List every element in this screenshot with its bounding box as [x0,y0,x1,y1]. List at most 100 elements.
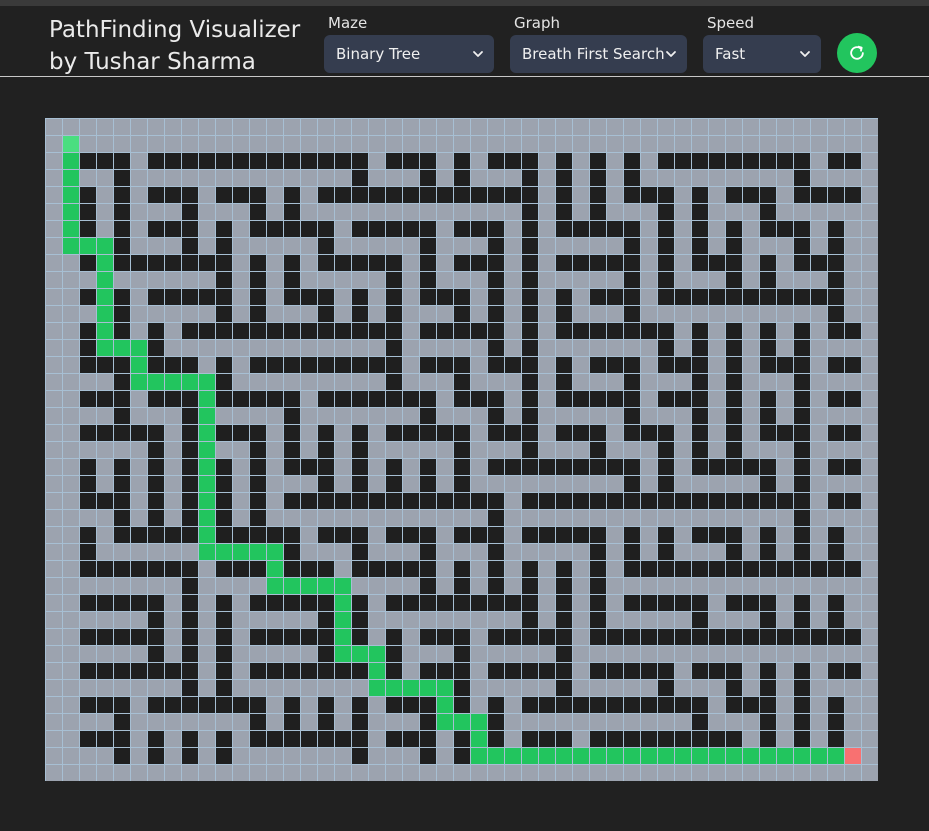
path-cell[interactable] [199,527,215,543]
grid-cell[interactable] [46,391,62,407]
wall-cell[interactable] [250,357,266,373]
wall-cell[interactable] [794,255,810,271]
grid-cell[interactable] [182,136,198,152]
grid-cell[interactable] [522,646,538,662]
wall-cell[interactable] [488,153,504,169]
grid-cell[interactable] [63,595,79,611]
grid-cell[interactable] [607,680,623,696]
wall-cell[interactable] [573,425,589,441]
wall-cell[interactable] [709,527,725,543]
grid-cell[interactable] [267,442,283,458]
wall-cell[interactable] [148,255,164,271]
grid-cell[interactable] [607,374,623,390]
grid-cell[interactable] [318,272,334,288]
wall-cell[interactable] [267,221,283,237]
grid-cell[interactable] [80,510,96,526]
grid-cell[interactable] [301,765,317,781]
grid-cell[interactable] [403,748,419,764]
wall-cell[interactable] [607,697,623,713]
grid-cell[interactable] [165,748,181,764]
wall-cell[interactable] [250,204,266,220]
grid-cell[interactable] [403,272,419,288]
wall-cell[interactable] [556,153,572,169]
grid-cell[interactable] [284,170,300,186]
grid-cell[interactable] [641,442,657,458]
wall-cell[interactable] [794,391,810,407]
grid-cell[interactable] [301,306,317,322]
grid-cell[interactable] [607,119,623,135]
grid-cell[interactable] [267,510,283,526]
grid-cell[interactable] [743,374,759,390]
grid-cell[interactable] [743,408,759,424]
wall-cell[interactable] [182,408,198,424]
grid-cell[interactable] [505,510,521,526]
grid-cell[interactable] [539,238,555,254]
wall-cell[interactable] [369,323,385,339]
grid-cell[interactable] [794,765,810,781]
wall-cell[interactable] [148,476,164,492]
grid-cell[interactable] [403,255,419,271]
wall-cell[interactable] [386,697,402,713]
grid-cell[interactable] [811,442,827,458]
wall-cell[interactable] [522,170,538,186]
wall-cell[interactable] [624,731,640,747]
wall-cell[interactable] [556,170,572,186]
grid-cell[interactable] [301,697,317,713]
wall-cell[interactable] [743,187,759,203]
grid-cell[interactable] [267,238,283,254]
grid-cell[interactable] [777,170,793,186]
grid-cell[interactable] [539,425,555,441]
grid-cell[interactable] [828,578,844,594]
wall-cell[interactable] [267,391,283,407]
wall-cell[interactable] [250,323,266,339]
wall-cell[interactable] [726,459,742,475]
wall-cell[interactable] [369,187,385,203]
wall-cell[interactable] [284,527,300,543]
grid-cell[interactable] [692,119,708,135]
grid-cell[interactable] [131,578,147,594]
grid-cell[interactable] [505,476,521,492]
wall-cell[interactable] [675,697,691,713]
path-cell[interactable] [97,306,113,322]
grid-cell[interactable] [607,561,623,577]
grid-cell[interactable] [845,595,861,611]
wall-cell[interactable] [165,187,181,203]
wall-cell[interactable] [386,272,402,288]
grid-cell[interactable] [590,476,606,492]
wall-cell[interactable] [114,663,130,679]
wall-cell[interactable] [267,663,283,679]
wall-cell[interactable] [726,493,742,509]
grid-cell[interactable] [301,544,317,560]
grid-cell[interactable] [590,272,606,288]
grid-cell[interactable] [335,748,351,764]
grid-cell[interactable] [63,459,79,475]
wall-cell[interactable] [352,697,368,713]
grid-cell[interactable] [862,357,878,373]
grid-cell[interactable] [403,714,419,730]
wall-cell[interactable] [403,425,419,441]
grid-cell[interactable] [131,408,147,424]
grid-cell[interactable] [403,289,419,305]
grid-cell[interactable] [675,221,691,237]
grid-cell[interactable] [471,629,487,645]
wall-cell[interactable] [216,697,232,713]
wall-cell[interactable] [658,476,674,492]
grid-cell[interactable] [369,425,385,441]
grid-cell[interactable] [777,187,793,203]
wall-cell[interactable] [828,612,844,628]
wall-cell[interactable] [335,663,351,679]
wall-cell[interactable] [80,544,96,560]
grid-cell[interactable] [573,714,589,730]
wall-cell[interactable] [607,459,623,475]
wall-cell[interactable] [471,187,487,203]
grid-cell[interactable] [437,306,453,322]
grid-cell[interactable] [403,170,419,186]
grid-cell[interactable] [743,357,759,373]
wall-cell[interactable] [131,425,147,441]
grid-cell[interactable] [216,119,232,135]
wall-cell[interactable] [641,697,657,713]
wall-cell[interactable] [233,697,249,713]
wall-cell[interactable] [522,289,538,305]
wall-cell[interactable] [675,561,691,577]
grid-cell[interactable] [726,714,742,730]
